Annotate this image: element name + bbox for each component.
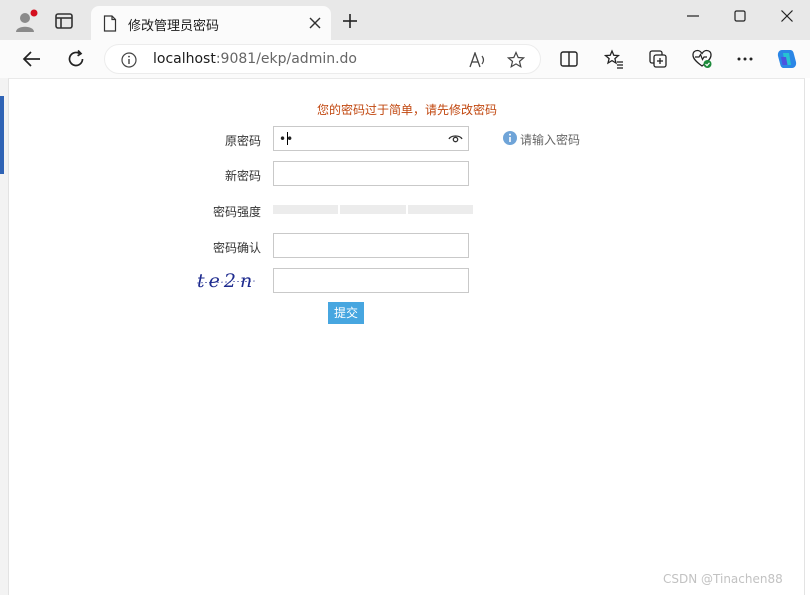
- new-password-field[interactable]: [273, 161, 469, 186]
- refresh-icon[interactable]: [66, 49, 86, 69]
- old-password-label: 原密码: [224, 134, 261, 148]
- text-caret: [287, 132, 288, 145]
- favorites-icon[interactable]: [604, 49, 624, 69]
- profile-icon[interactable]: [14, 9, 38, 33]
- warning-message: 您的密码过于简单，请先修改密码: [317, 103, 498, 117]
- old-password-field[interactable]: ••: [273, 126, 469, 151]
- page-content: 您的密码过于简单，请先修改密码 原密码 •• 请输入密码 新密码 密码强度 密码…: [8, 78, 805, 595]
- favorite-star-icon[interactable]: [507, 51, 525, 69]
- page-icon: [103, 15, 117, 32]
- url-host: localhost: [153, 51, 216, 67]
- hint-info-icon: [503, 131, 517, 145]
- desktop-edge: [0, 78, 8, 595]
- minimize-icon[interactable]: [686, 9, 700, 23]
- submit-button[interactable]: 提交: [328, 302, 364, 324]
- url-path: :9081/ekp/admin.do: [215, 51, 357, 67]
- captcha-text: te2n: [197, 270, 256, 292]
- captcha-image[interactable]: te2n: [195, 267, 259, 293]
- back-icon[interactable]: [22, 50, 42, 68]
- eye-icon[interactable]: [448, 133, 463, 144]
- collections-icon[interactable]: [648, 49, 668, 69]
- strength-label: 密码强度: [212, 205, 261, 219]
- strength-segment: [407, 205, 473, 214]
- hint-text: 请输入密码: [520, 133, 581, 147]
- active-tab[interactable]: 修改管理员密码: [91, 6, 331, 40]
- health-icon[interactable]: [692, 49, 712, 69]
- close-window-icon[interactable]: [780, 9, 794, 23]
- strength-meter: [273, 205, 473, 214]
- url-text[interactable]: localhost:9081/ekp/admin.do: [153, 51, 357, 67]
- watermark: CSDN @Tinachen88: [663, 572, 783, 586]
- more-icon[interactable]: [735, 49, 755, 69]
- address-bar[interactable]: localhost:9081/ekp/admin.do: [104, 44, 541, 74]
- strength-segment: [340, 205, 406, 214]
- close-icon[interactable]: [308, 16, 322, 30]
- captcha-field[interactable]: [273, 268, 469, 293]
- split-screen-icon[interactable]: [559, 49, 579, 69]
- plus-icon[interactable]: [341, 12, 359, 30]
- copilot-icon[interactable]: [775, 47, 799, 71]
- read-aloud-icon[interactable]: [469, 52, 487, 68]
- confirm-password-label: 密码确认: [212, 241, 261, 255]
- maximize-icon[interactable]: [733, 9, 747, 23]
- new-password-label: 新密码: [224, 169, 261, 183]
- tab-title: 修改管理员密码: [128, 19, 220, 34]
- confirm-password-field[interactable]: [273, 233, 469, 258]
- tab-actions-icon[interactable]: [52, 11, 76, 31]
- desktop-accent: [0, 96, 4, 174]
- strength-segment: [273, 205, 339, 214]
- info-icon[interactable]: [121, 52, 137, 68]
- browser-toolbar: localhost:9081/ekp/admin.do: [0, 40, 810, 78]
- tab-bar: 修改管理员密码: [0, 0, 810, 40]
